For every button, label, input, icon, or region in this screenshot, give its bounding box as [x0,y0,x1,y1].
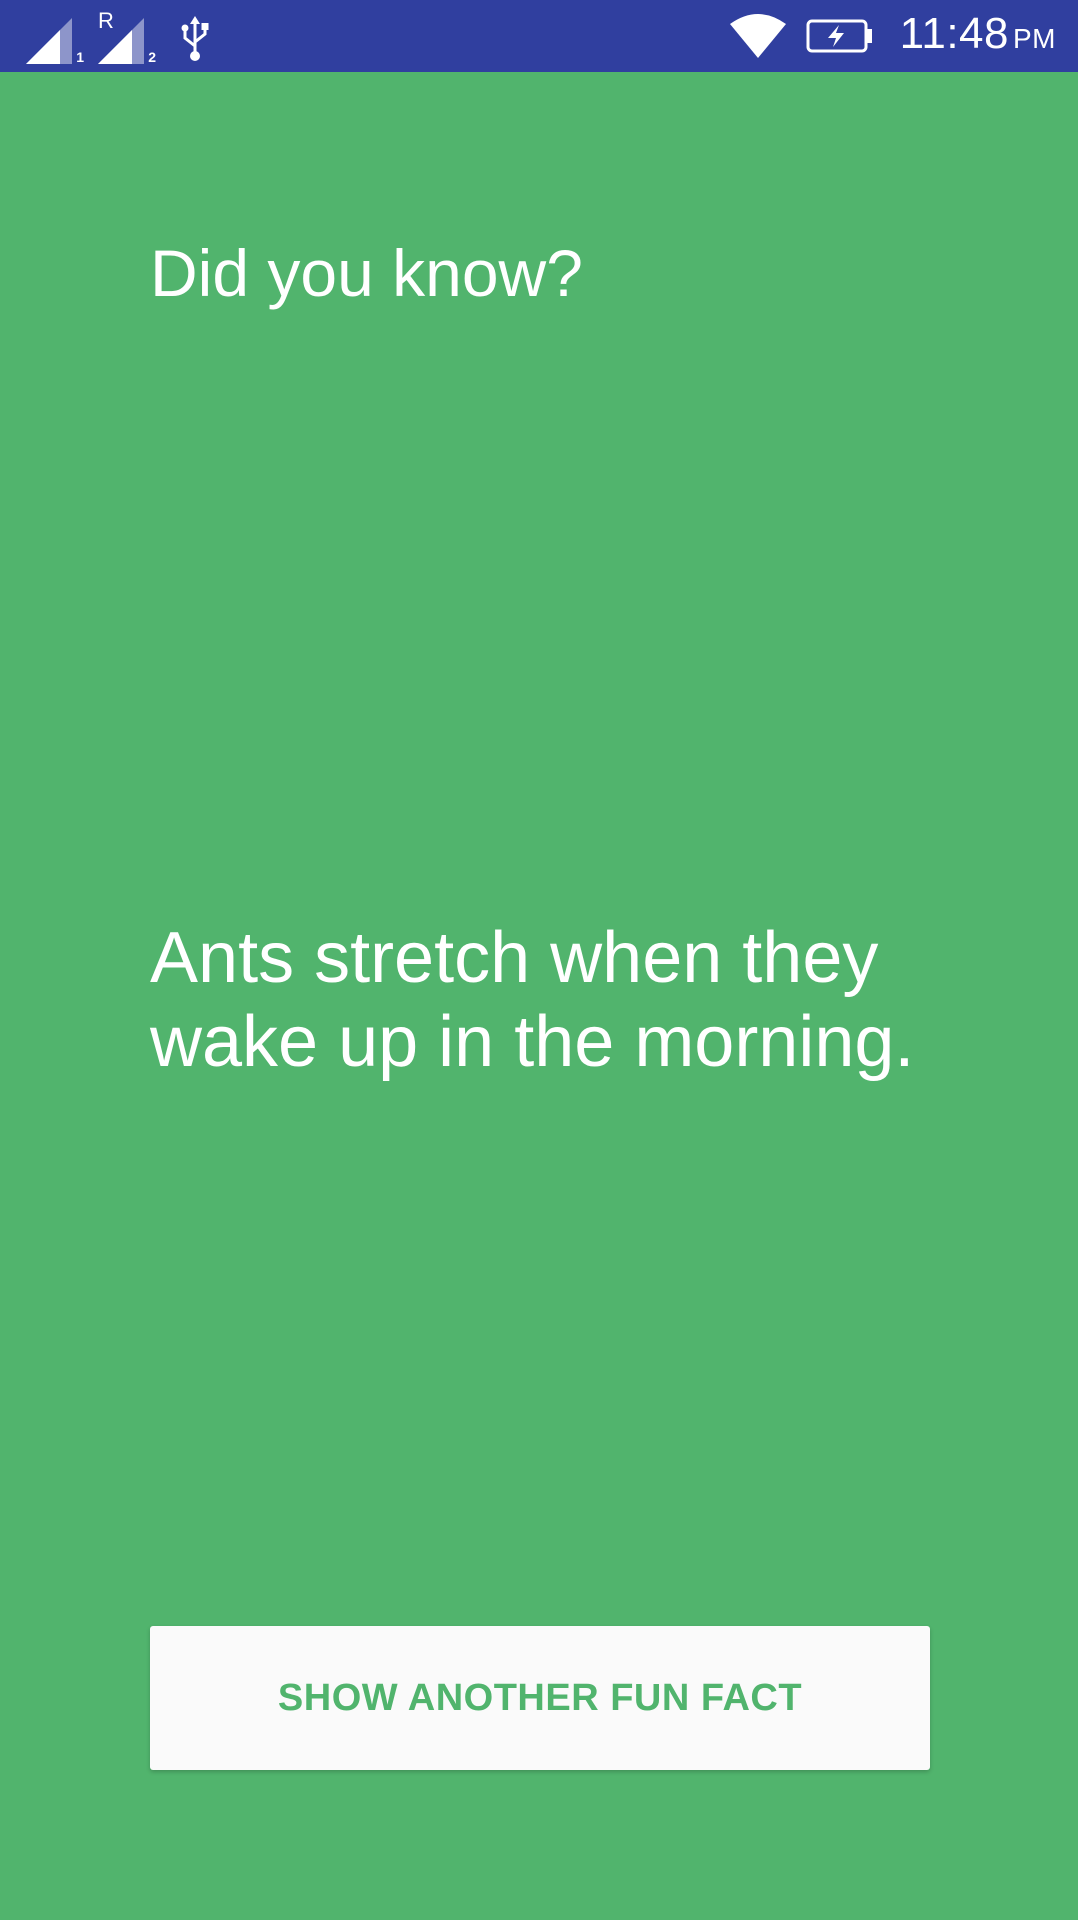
battery-charging-icon [806,19,872,53]
fun-facts-screen: Did you know? Ants stretch when they wak… [0,72,1078,1920]
sim1-signal: 1 [26,12,84,65]
fact-text: Ants stretch when they wake up in the mo… [150,918,915,1082]
signal-icon [26,18,72,64]
usb-icon [181,16,209,61]
status-bar: 1 R 2 11:48 PM [0,0,1078,72]
wifi-icon [729,14,786,58]
status-left-icons: 1 R 2 [26,10,210,64]
show-another-fun-fact-button[interactable]: SHOW ANOTHER FUN FACT [150,1626,930,1770]
clock-ampm: PM [1013,22,1056,54]
page-title: Did you know? [150,236,583,310]
status-clock: 11:48 PM [900,0,1056,75]
sim2-signal: R 2 [98,10,156,65]
status-right-icons: 11:48 PM [729,0,1056,75]
signal-icon [98,18,144,64]
clock-time: 11:48 [899,8,1009,58]
sim2-label: 2 [148,49,156,65]
sim1-label: 1 [76,49,84,65]
